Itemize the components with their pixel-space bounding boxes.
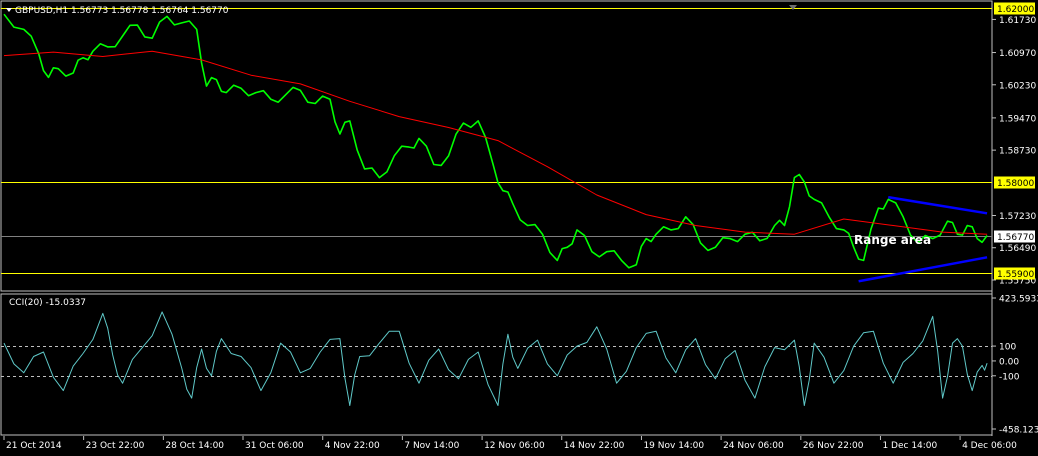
time-tick-label-7: 14 Nov 22:00 [564,441,625,451]
price-panel-frame [0,0,993,292]
cci-tick-label-1: 100 [999,343,1016,353]
cci-tick-label-4: -458.1239 [999,426,1038,436]
channel-line-0 [888,195,988,215]
moving-average-line [3,50,988,235]
time-tick-label-1: 23 Oct 22:00 [86,441,145,451]
time-tick-label-3: 31 Oct 06:00 [245,441,304,451]
level-label-3: 1.55900 [997,270,1034,280]
price-tick-label-1: 1.60970 [999,49,1036,59]
time-tick-label-6: 12 Nov 06:00 [484,441,545,451]
level-boxes: 1.62000 1.58000 1.56770 1.55900 [994,2,1035,280]
level-label-0: 1.62000 [997,5,1034,15]
trading-chart: 1.61730 1.60970 1.60230 1.59470 1.58730 1.572… [0,0,1038,451]
horizontal-levels [1,8,992,274]
cci-ticks: 423.5933 100 0.00 -100 -458.1239 [992,295,1038,436]
cci-panel-frame [0,293,993,436]
price-tick-label-4: 1.58730 [999,147,1036,157]
time-tick-label-0: 21 Oct 2014 [6,441,62,451]
cci-tick-label-0: 423.5933 [999,295,1038,305]
shift-marker-icon[interactable] [789,5,797,10]
cci-levels [1,346,992,377]
level-label-1: 1.58000 [997,179,1034,189]
symbol-dropdown-icon[interactable] [6,8,12,12]
price-tick-label-2: 1.60230 [999,81,1036,91]
price-line [3,13,988,269]
level-label-2: 1.56770 [997,233,1034,243]
time-tick-label-8: 19 Nov 14:00 [643,441,704,451]
time-tick-label-2: 28 Oct 14:00 [165,441,224,451]
price-ticks: 1.61730 1.60970 1.60230 1.59470 1.58730 1.572… [992,16,1036,286]
cci-line [3,311,988,406]
cci-tick-label-2: 0.00 [999,357,1019,367]
price-tick-label-0: 1.61730 [999,16,1036,26]
price-tick-label-6: 1.56490 [999,244,1036,254]
time-tick-label-12: 4 Dec 06:00 [962,441,1017,451]
price-tick-label-3: 1.59470 [999,114,1036,124]
time-tick-label-4: 4 Nov 22:00 [325,441,380,451]
channel-line-1 [858,256,988,283]
time-ticks: 21 Oct 2014 23 Oct 22:00 28 Oct 14:00 31 Oc… [3,436,1017,451]
time-tick-label-5: 7 Nov 14:00 [404,441,459,451]
cci-label: CCI(20) -15.0337 [9,298,86,308]
chart-header: GBPUSD,H1 1.56773 1.56778 1.56764 1.5677… [15,6,229,16]
time-tick-label-11: 1 Dec 14:00 [882,441,937,451]
time-tick-label-10: 26 Nov 22:00 [803,441,864,451]
range-area-label: Range area [854,233,931,247]
time-tick-label-9: 24 Nov 06:00 [723,441,784,451]
cci-tick-label-3: -100 [999,372,1020,382]
price-tick-label-5: 1.57230 [999,212,1036,222]
